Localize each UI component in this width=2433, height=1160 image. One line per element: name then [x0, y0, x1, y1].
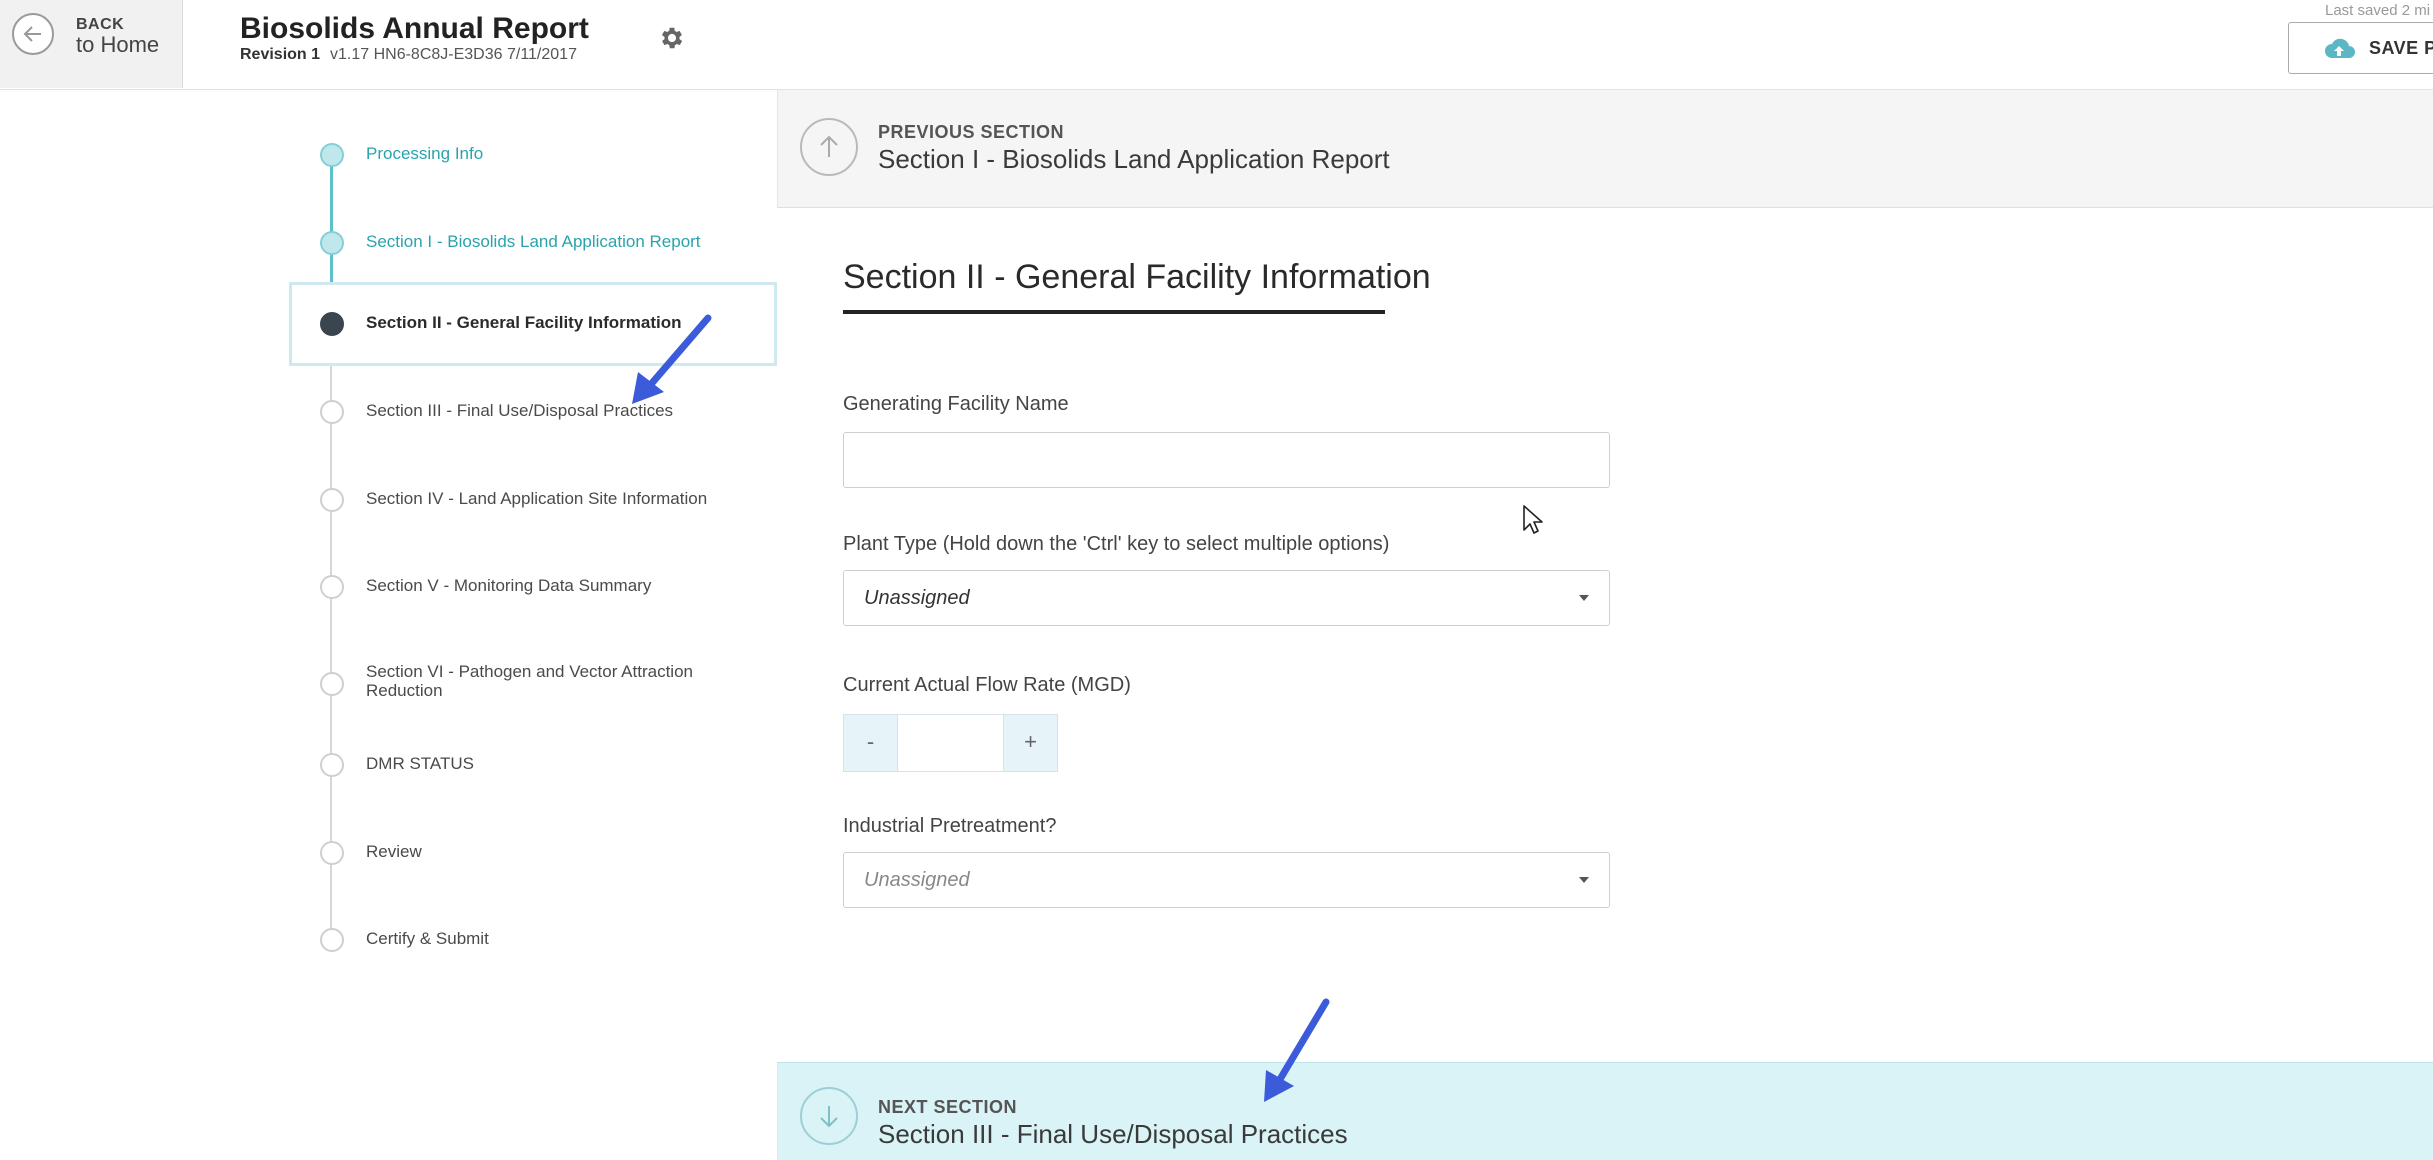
next-section-kicker: NEXT SECTION	[878, 1097, 1018, 1117]
back-arrow-icon	[12, 13, 54, 55]
nav-step-label: Section I - Biosolids Land Application R…	[366, 232, 701, 251]
arrow-up-icon	[800, 118, 858, 176]
report-title: Biosolids Annual Report	[240, 12, 589, 45]
step-pending-icon	[320, 841, 344, 865]
nav-step-label: Section VI - Pathogen and Vector Attract…	[366, 662, 693, 700]
decrement-button[interactable]: -	[843, 714, 898, 772]
revision-label: Revision 1	[240, 46, 321, 63]
app-header: BACK to Home Biosolids Annual Report Rev…	[0, 0, 2433, 90]
step-pending-icon	[320, 488, 344, 512]
pretreatment-value: Unassigned	[864, 869, 970, 891]
annotation-arrow-icon	[632, 314, 712, 404]
chevron-down-icon	[1579, 877, 1589, 883]
mouse-cursor-icon	[1522, 504, 1544, 541]
plant-type-label: Plant Type (Hold down the 'Ctrl' key to …	[843, 533, 1390, 555]
nav-step-section-5[interactable]: Section V - Monitoring Data Summary	[300, 557, 780, 617]
step-current-icon	[320, 312, 344, 336]
nav-step-certify-submit[interactable]: Certify & Submit	[300, 910, 780, 970]
flow-rate-label: Current Actual Flow Rate (MGD)	[843, 674, 1131, 696]
step-pending-icon	[320, 753, 344, 777]
plant-type-value: Unassigned	[864, 587, 970, 609]
chevron-down-icon	[1579, 595, 1589, 601]
nav-step-label: Review	[366, 842, 422, 861]
flow-rate-stepper: - +	[843, 714, 1058, 772]
nav-step-review[interactable]: Review	[300, 823, 780, 883]
previous-section-title: Section I - Biosolids Land Application R…	[878, 144, 1390, 174]
step-pending-icon	[320, 575, 344, 599]
cloud-upload-icon	[2325, 38, 2355, 58]
nav-step-dmr-status[interactable]: DMR STATUS	[300, 735, 780, 795]
nav-step-section-1[interactable]: Section I - Biosolids Land Application R…	[300, 213, 780, 273]
revision-meta: v1.17 HN6-8C8J-E3D36 7/11/2017	[330, 46, 577, 63]
nav-step-section-6[interactable]: Section VI - Pathogen and Vector Attract…	[300, 650, 780, 720]
section-heading: Section II - General Facility Informatio…	[843, 258, 1431, 296]
last-saved-status: Last saved 2 mi	[2325, 2, 2431, 19]
pretreatment-select[interactable]: Unassigned	[843, 852, 1610, 908]
step-complete-icon	[320, 231, 344, 255]
step-pending-icon	[320, 400, 344, 424]
nav-step-label: Processing Info	[366, 144, 484, 163]
nav-step-label: Section V - Monitoring Data Summary	[366, 576, 652, 595]
facility-name-input[interactable]	[843, 432, 1610, 488]
step-pending-icon	[320, 672, 344, 696]
next-section-title: Section III - Final Use/Disposal Practic…	[878, 1119, 1348, 1149]
back-sublabel: to Home	[76, 32, 160, 57]
save-button-label: SAVE PF	[2369, 38, 2433, 58]
nav-step-section-4[interactable]: Section IV - Land Application Site Infor…	[300, 470, 780, 530]
facility-name-label: Generating Facility Name	[843, 393, 1069, 415]
gear-icon[interactable]	[658, 24, 686, 52]
heading-underline	[843, 310, 1385, 314]
previous-section-kicker: PREVIOUS SECTION	[878, 122, 1065, 142]
arrow-down-icon	[800, 1087, 858, 1145]
nav-step-processing-info[interactable]: Processing Info	[300, 125, 780, 185]
previous-section-link[interactable]: PREVIOUS SECTION Section I - Biosolids L…	[777, 90, 2433, 208]
plant-type-select[interactable]: Unassigned	[843, 570, 1610, 626]
pretreatment-label: Industrial Pretreatment?	[843, 815, 1057, 837]
nav-step-label: DMR STATUS	[366, 754, 474, 773]
flow-rate-input[interactable]	[898, 714, 1003, 772]
nav-step-label: Section IV - Land Application Site Infor…	[366, 489, 708, 508]
save-button[interactable]: SAVE PF	[2288, 22, 2433, 74]
increment-button[interactable]: +	[1003, 714, 1058, 772]
back-to-home-button[interactable]: BACK to Home	[0, 0, 183, 88]
step-pending-icon	[320, 928, 344, 952]
annotation-arrow-icon	[1264, 998, 1330, 1102]
nav-step-label: Certify & Submit	[366, 929, 489, 948]
next-section-link[interactable]: NEXT SECTION Section III - Final Use/Dis…	[777, 1062, 2433, 1160]
step-complete-icon	[320, 143, 344, 167]
